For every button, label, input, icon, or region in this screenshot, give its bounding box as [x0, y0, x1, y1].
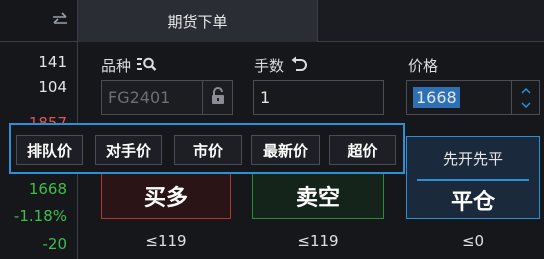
quote-value: 104	[38, 78, 67, 96]
qty-field[interactable]: 1	[253, 80, 384, 115]
chevron-up-icon[interactable]	[521, 87, 531, 95]
quote-value: -1.18%	[13, 207, 67, 225]
sell-limit: ≤119	[297, 232, 339, 250]
tab-bar: 期货下单	[78, 0, 544, 42]
price-label: 价格	[408, 57, 439, 75]
swap-bar	[0, 0, 77, 42]
price-field[interactable]: 1668	[406, 80, 512, 115]
variety-label: 品种	[101, 55, 157, 76]
price-type-over[interactable]: 超价	[329, 135, 396, 165]
price-type-queue[interactable]: 排队价	[16, 135, 83, 165]
price-value: 1668	[413, 87, 460, 108]
price-stepper[interactable]	[512, 80, 540, 115]
quote-value: -20	[42, 235, 68, 253]
qty-label-text: 手数	[254, 57, 285, 75]
sell-short-button[interactable]: 卖空	[252, 173, 384, 219]
quote-value: 1668	[28, 180, 67, 198]
variety-label-text: 品种	[101, 57, 132, 75]
price-type-popup: 排队价 对手价 市价 最新价 超价	[9, 123, 405, 174]
lock-button[interactable]	[203, 80, 233, 115]
swap-icon[interactable]	[51, 10, 69, 30]
buy-limit: ≤119	[145, 232, 187, 250]
variety-field: FG2401	[101, 80, 203, 115]
price-type-latest[interactable]: 最新价	[251, 135, 320, 165]
price-type-counterparty[interactable]: 对手价	[95, 135, 162, 165]
quote-value: 141	[38, 53, 67, 71]
chevron-down-icon[interactable]	[521, 101, 531, 109]
tab-futures-order[interactable]: 期货下单	[78, 0, 318, 42]
search-list-icon[interactable]	[137, 56, 157, 76]
undo-icon[interactable]	[290, 56, 308, 76]
unlock-icon	[211, 86, 225, 109]
close-position-button[interactable]: 先开先平 平仓	[406, 136, 540, 219]
buy-long-button[interactable]: 买多	[101, 173, 231, 219]
close-mode-label[interactable]: 先开先平	[407, 137, 539, 179]
close-limit: ≤0	[461, 232, 485, 250]
price-type-market[interactable]: 市价	[174, 135, 242, 165]
qty-label: 手数	[254, 55, 308, 76]
close-label: 平仓	[450, 190, 495, 215]
